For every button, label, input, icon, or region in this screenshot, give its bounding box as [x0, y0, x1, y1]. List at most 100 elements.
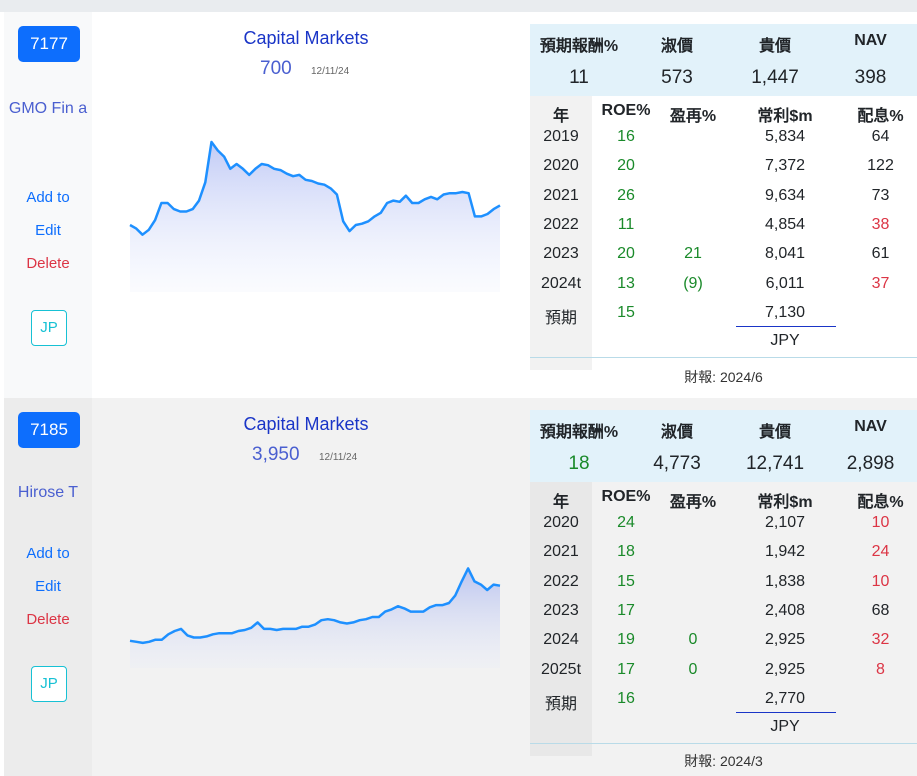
sparkline-area — [130, 568, 500, 668]
sector-label[interactable]: Capital Markets — [92, 28, 520, 49]
valuation-col-cheap-price: 淑價 — [660, 424, 693, 441]
valuation-col-nav: NAV — [854, 32, 887, 49]
table-cell: 13 — [617, 274, 635, 292]
col-reinvest: 盈再% — [669, 108, 717, 125]
jp-market-button[interactable]: JP — [31, 666, 67, 702]
col-year: 年 — [552, 494, 569, 511]
table-cell: 18 — [617, 543, 635, 561]
table-cell: 73 — [871, 186, 890, 204]
col-recurring-profit: 常利$m — [757, 494, 813, 511]
table-cell: 24 — [617, 514, 635, 531]
table-cell: 26 — [617, 186, 635, 204]
action-column: 7185 Hirose T Add to Edit Delete JP — [4, 398, 92, 776]
add-to-link[interactable]: Add to — [4, 545, 92, 562]
table-cell: 9,634 — [764, 186, 806, 204]
valuation-nav: 2,898 — [846, 453, 895, 474]
stock-code-button[interactable]: 7185 — [18, 412, 80, 448]
table-cell: 17 — [617, 601, 635, 619]
col-dividend: 配息% — [857, 494, 904, 511]
price-date: 12/11/24 — [311, 66, 350, 77]
current-price: 3,950 — [252, 444, 300, 465]
currency-label: JPY — [770, 718, 800, 735]
table-cell: 37 — [871, 274, 890, 292]
table-cell: 32 — [871, 631, 890, 649]
table-cell: 61 — [871, 245, 890, 263]
table-cell: 2019 — [543, 128, 579, 145]
sector-label[interactable]: Capital Markets — [92, 414, 520, 435]
table-cell: 2025t — [540, 660, 582, 678]
table-cell: 8 — [876, 660, 885, 678]
table-cell: 0 — [688, 631, 698, 649]
valuation-col-nav: NAV — [854, 418, 887, 435]
currency-label: JPY — [770, 332, 800, 349]
col-recurring-profit: 常利$m — [757, 108, 813, 125]
table-cell: 11 — [617, 215, 635, 233]
report-date: 財報: 2024/6 — [684, 369, 763, 385]
table-cell: 15 — [617, 303, 635, 321]
price-sparkline — [129, 140, 501, 292]
valuation-col-cheap-price: 淑價 — [660, 38, 693, 55]
stock-card: 7185 Hirose T Add to Edit Delete JP Capi… — [4, 398, 917, 776]
table-cell: 1,838 — [764, 572, 806, 590]
edit-link[interactable]: Edit — [4, 578, 92, 595]
table-cell: 預期 — [544, 695, 577, 713]
price-date: 12/11/24 — [319, 452, 358, 463]
edit-link[interactable]: Edit — [4, 222, 92, 239]
valuation-expensive-price: 1,447 — [751, 67, 799, 88]
table-cell: 2020 — [543, 514, 579, 531]
table-cell: 68 — [871, 601, 890, 619]
table-cell: 0 — [688, 660, 698, 678]
valuation-nav: 398 — [854, 67, 887, 88]
table-cell: 2,107 — [764, 514, 806, 531]
company-name-link[interactable]: Hirose T — [4, 478, 92, 508]
table-cell: 5,834 — [764, 128, 806, 145]
table-cell: 64 — [871, 128, 890, 145]
valuation-expected-return: 11 — [569, 67, 589, 88]
sparkline-area — [130, 142, 500, 292]
table-cell: 2,408 — [764, 601, 806, 619]
fundamentals-panel: 預期報酬% 淑價 貴價 NAV 11 573 1,447 398 年 ROE% … — [530, 12, 917, 398]
table-cell: 2024 — [543, 631, 579, 649]
add-to-link[interactable]: Add to — [4, 189, 92, 206]
table-cell: 2020 — [543, 157, 579, 175]
table-cell: 21 — [684, 245, 702, 263]
valuation-col-expected-return: 預期報酬% — [539, 424, 619, 441]
table-cell: 2021 — [543, 543, 579, 561]
top-bar — [0, 0, 917, 12]
table-cell: 16 — [617, 128, 635, 145]
table-cell: 6,011 — [765, 274, 805, 292]
table-cell: 38 — [871, 215, 890, 233]
valuation-cheap-price: 4,773 — [653, 453, 701, 474]
valuation-col-expensive-price: 貴價 — [758, 38, 791, 55]
delete-link[interactable]: Delete — [4, 611, 92, 628]
delete-link[interactable]: Delete — [4, 255, 92, 272]
table-cell: 17 — [617, 660, 635, 678]
table-cell: 2023 — [543, 245, 579, 263]
col-roe: ROE% — [601, 488, 651, 505]
footer-divider — [530, 357, 917, 358]
table-cell: 預期 — [544, 309, 577, 327]
table-cell: (9) — [683, 274, 703, 292]
table-cell: 1,942 — [764, 543, 806, 561]
report-date: 財報: 2024/3 — [684, 753, 763, 769]
table-cell: 2023 — [543, 601, 579, 619]
valuation-expensive-price: 12,741 — [745, 453, 805, 474]
jp-market-button[interactable]: JP — [31, 310, 67, 346]
stock-code-button[interactable]: 7177 — [18, 26, 80, 62]
table-cell: 2022 — [543, 215, 579, 233]
company-name-link[interactable]: GMO Fin a — [4, 94, 92, 124]
table-cell: 2024t — [540, 274, 582, 292]
action-column: 7177 GMO Fin a Add to Edit Delete JP — [4, 12, 92, 398]
table-cell: 7,130 — [764, 303, 806, 321]
table-cell: 2022 — [543, 572, 579, 590]
fundamentals-panel: 預期報酬% 淑價 貴價 NAV 18 4,773 12,741 2,898 年 … — [530, 398, 917, 776]
forecast-underline — [736, 326, 836, 327]
table-cell: 2,770 — [764, 689, 806, 707]
table-cell: 2021 — [543, 186, 579, 204]
price-chart-area: Capital Markets 3,950 12/11/24 — [92, 398, 530, 776]
table-cell: 7,372 — [764, 157, 806, 175]
table-cell: 20 — [617, 245, 635, 263]
footer-divider — [530, 743, 917, 744]
table-cell: 24 — [871, 543, 890, 561]
col-dividend: 配息% — [857, 108, 904, 125]
